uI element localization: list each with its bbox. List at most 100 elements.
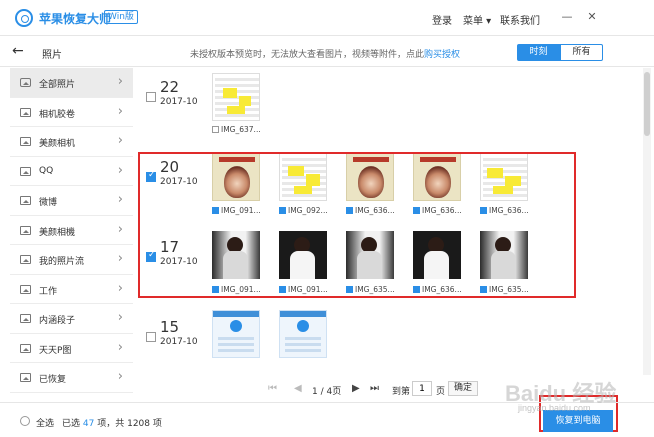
title-bar: 苹果恢复大师 Win版 登录 菜单 ▾ 联系我们 — ✕ <box>0 0 654 36</box>
group-day: 22 <box>160 78 180 96</box>
sidebar-item-photo-stream[interactable]: 我的照片流 › <box>10 245 133 275</box>
photo-thumbnail[interactable] <box>413 153 461 201</box>
photo-checkbox[interactable] <box>480 286 487 293</box>
album-icon <box>20 78 31 87</box>
photo-checkbox[interactable] <box>346 207 353 214</box>
photo-checkbox[interactable] <box>212 207 219 214</box>
group-checkbox[interactable] <box>146 170 156 182</box>
photo-thumbnail[interactable] <box>212 153 260 201</box>
sidebar-item-weibo[interactable]: 微博 › <box>10 186 133 216</box>
image-icon <box>20 196 31 205</box>
contact-link[interactable]: 联系我们 <box>500 12 540 27</box>
login-link[interactable]: 登录 <box>432 12 452 27</box>
group-month: 2017-10 <box>160 177 198 187</box>
sidebar-item-beauty-camera[interactable]: 美颜相机 › <box>10 127 133 157</box>
photo-checkbox[interactable] <box>480 207 487 214</box>
sidebar-item-all-photos[interactable]: 全部照片 › <box>10 68 133 98</box>
photo-thumbnail[interactable] <box>279 310 327 358</box>
sidebar-item-recovered[interactable]: 已恢复 › <box>10 363 133 393</box>
photo-checkbox[interactable] <box>212 286 219 293</box>
prev-page-icon[interactable]: ◀ <box>294 383 302 394</box>
photo-caption: IMG_092... <box>279 206 328 215</box>
chevron-right-icon: › <box>117 221 123 237</box>
image-icon <box>20 343 31 353</box>
image-icon <box>20 314 31 323</box>
close-button[interactable]: ✕ <box>585 10 599 24</box>
chevron-right-icon: › <box>117 280 123 296</box>
page-number-input[interactable] <box>412 381 432 396</box>
sidebar-item-camera-roll[interactable]: 相机胶卷 › <box>10 98 133 127</box>
first-page-icon[interactable]: ⏮ <box>268 383 277 394</box>
photo-caption: IMG_636... <box>346 206 395 215</box>
group-checkbox[interactable] <box>146 92 156 102</box>
app-logo-icon <box>15 9 33 27</box>
sidebar-item-label: 微博 <box>39 198 58 208</box>
sidebar-item-label: 全部照片 <box>39 80 76 90</box>
menu-dropdown[interactable]: 菜单 ▾ <box>463 12 491 27</box>
page-unit-label: 页 <box>436 387 446 397</box>
group-checkbox[interactable] <box>146 332 156 342</box>
group-day: 17 <box>160 238 180 256</box>
photo-thumbnail[interactable] <box>413 231 461 279</box>
back-arrow-icon[interactable]: ← <box>12 43 24 59</box>
photo-thumbnail[interactable] <box>346 231 394 279</box>
photo-caption: IMG_091... <box>212 285 261 294</box>
photo-thumbnail[interactable] <box>212 73 260 121</box>
photo-caption: IMG_636... <box>413 285 462 294</box>
date-group: 17 2017-10 IMG_091... IMG_091... IMG_635… <box>134 226 642 298</box>
chevron-right-icon: › <box>117 74 123 89</box>
scrollbar-thumb[interactable] <box>644 72 650 136</box>
photo-thumbnail[interactable] <box>346 153 394 201</box>
photo-checkbox[interactable] <box>413 207 420 214</box>
photo-filename: IMG_636... <box>355 206 395 215</box>
recover-to-pc-button[interactable]: 恢复到电脑 <box>543 410 613 432</box>
photo-caption: IMG_635... <box>480 285 529 294</box>
photo-filename: IMG_636... <box>489 206 529 215</box>
photo-checkbox[interactable] <box>279 286 286 293</box>
select-all-radio[interactable] <box>20 416 30 426</box>
group-day: 15 <box>160 318 180 336</box>
next-page-icon[interactable]: ▶ <box>352 383 360 394</box>
sidebar-item-label: 相机胶卷 <box>39 109 76 120</box>
image-icon <box>20 373 31 382</box>
chevron-right-icon: › <box>117 103 123 119</box>
group-checkbox[interactable] <box>146 250 156 262</box>
photo-checkbox[interactable] <box>413 286 420 293</box>
sidebar-item-work[interactable]: 工作 › <box>10 275 133 304</box>
goto-label: 到第 <box>392 387 411 397</box>
view-toggle-all[interactable]: 所有 <box>560 44 603 61</box>
photo-thumbnail[interactable] <box>279 153 327 201</box>
sidebar-item-label: 工作 <box>39 286 58 297</box>
buy-license-link[interactable]: 购买授权 <box>424 50 460 60</box>
photo-checkbox[interactable] <box>346 286 353 293</box>
watermark-url: jingyan.baidu.com <box>518 403 591 413</box>
photo-checkbox[interactable] <box>212 126 219 133</box>
image-icon <box>20 255 31 264</box>
chevron-right-icon: › <box>117 133 123 148</box>
image-icon <box>20 107 31 117</box>
total-suffix: 项 <box>152 419 162 429</box>
last-page-icon[interactable]: ⏭ <box>370 383 379 394</box>
select-all-label[interactable]: 全选 <box>36 416 54 429</box>
photo-thumbnail[interactable] <box>480 153 528 201</box>
photo-thumbnail[interactable] <box>279 231 327 279</box>
license-notice-text: 未授权版本预览时，无法放大查看图片，视频等附件，点此 <box>190 50 425 60</box>
chevron-right-icon: › <box>117 162 123 178</box>
sidebar-item-beauty-camera-2[interactable]: 美颜相機 › <box>10 216 133 245</box>
sidebar-item-neihan[interactable]: 内涵段子 › <box>10 304 133 334</box>
photo-thumbnail[interactable] <box>480 231 528 279</box>
photo-filename: IMG_091... <box>221 285 261 294</box>
selected-count: 47 <box>82 419 95 429</box>
photo-checkbox[interactable] <box>279 207 286 214</box>
sidebar-item-tiantian-p[interactable]: 天天P图 › <box>10 334 133 363</box>
photo-thumbnail[interactable] <box>212 310 260 358</box>
image-icon <box>20 166 31 176</box>
photo-filename: IMG_636... <box>422 206 462 215</box>
confirm-page-button[interactable]: 确定 <box>448 381 478 396</box>
photo-thumbnail[interactable] <box>212 231 260 279</box>
view-toggle-moments[interactable]: 时刻 <box>517 44 560 61</box>
photo-caption: IMG_635... <box>346 285 395 294</box>
sidebar-item-qq[interactable]: QQ › <box>10 157 133 186</box>
minimize-button[interactable]: — <box>560 10 574 24</box>
edition-badge: Win版 <box>104 10 138 24</box>
